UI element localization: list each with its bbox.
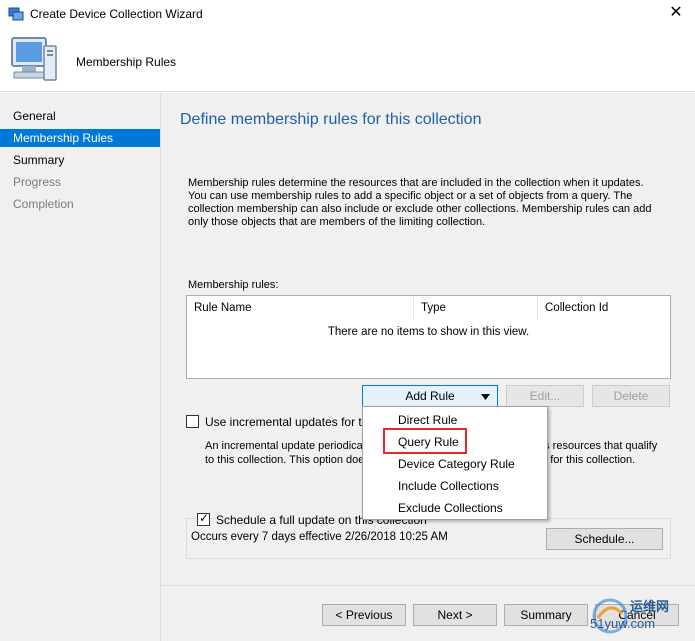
footer-divider <box>161 585 695 586</box>
wizard-app-icon <box>8 7 24 21</box>
add-rule-menu: Direct Rule Query Rule Device Category R… <box>362 406 548 520</box>
incremental-desc-left-1: An incremental update periodical <box>205 440 366 452</box>
schedule-button[interactable]: Schedule... <box>546 528 663 550</box>
wizard-sidebar: General Membership Rules Summary Progres… <box>0 93 161 641</box>
sidebar-item-membership-rules[interactable]: Membership Rules <box>0 129 160 147</box>
menu-item-query-rule[interactable]: Query Rule <box>364 431 546 453</box>
incremental-updates-label: Use incremental updates for this c <box>205 415 387 429</box>
sidebar-item-summary[interactable]: Summary <box>0 151 160 169</box>
add-rule-label: Add Rule <box>405 389 455 403</box>
add-rule-button[interactable]: Add Rule <box>362 385 498 407</box>
delete-button[interactable]: Delete <box>592 385 670 407</box>
sidebar-item-completion: Completion <box>13 197 74 211</box>
computer-icon <box>11 37 57 81</box>
description-text: Membership rules determine the resources… <box>188 177 652 228</box>
menu-item-direct-rule[interactable]: Direct Rule <box>364 409 546 431</box>
membership-rules-list[interactable]: Rule Name Type Collection Id There are n… <box>186 295 671 379</box>
main-panel: Define membership rules for this collect… <box>161 93 695 641</box>
menu-item-device-category-rule[interactable]: Device Category Rule <box>364 453 546 475</box>
dropdown-arrow-icon <box>481 394 490 400</box>
column-header-collection-id[interactable]: Collection Id <box>538 296 670 320</box>
summary-button[interactable]: Summary <box>504 604 588 626</box>
watermark-text-url: 51yuw.com <box>590 616 656 631</box>
title-bar: Create Device Collection Wizard ✕ <box>0 0 695 28</box>
wizard-header: Membership Rules <box>0 28 695 92</box>
close-button[interactable]: ✕ <box>663 2 689 24</box>
edit-button[interactable]: Edit... <box>506 385 584 407</box>
schedule-description: Occurs every 7 days effective 2/26/2018 … <box>191 531 448 543</box>
window-title: Create Device Collection Wizard <box>30 7 203 21</box>
schedule-full-update-checkbox[interactable]: ✓ <box>197 511 210 526</box>
empty-list-message: There are no items to show in this view. <box>327 326 530 338</box>
header-title: Membership Rules <box>76 55 177 69</box>
incremental-desc-left-2: to this collection. This option doe <box>205 454 365 466</box>
watermark-logo: 运维网 51yuw.com <box>590 596 690 638</box>
membership-rules-label: Membership rules: <box>188 279 279 291</box>
watermark-text-cn: 运维网 <box>630 599 670 614</box>
menu-item-exclude-collections[interactable]: Exclude Collections <box>364 497 546 519</box>
checkmark-icon: ✓ <box>199 511 210 525</box>
incremental-updates-checkbox[interactable] <box>186 415 199 428</box>
sidebar-item-progress: Progress <box>13 175 62 189</box>
menu-item-include-collections[interactable]: Include Collections <box>364 475 546 497</box>
page-heading: Define membership rules for this collect… <box>180 111 482 128</box>
incremental-desc-right-1: ds resources that qualify <box>538 440 658 452</box>
previous-button[interactable]: < Previous <box>322 604 406 626</box>
column-header-type[interactable]: Type <box>414 296 538 320</box>
sidebar-item-general[interactable]: General <box>0 107 160 125</box>
incremental-desc-right-2: te for this collection. <box>538 454 636 466</box>
next-button[interactable]: Next > <box>413 604 497 626</box>
column-header-rule-name[interactable]: Rule Name <box>187 296 414 320</box>
